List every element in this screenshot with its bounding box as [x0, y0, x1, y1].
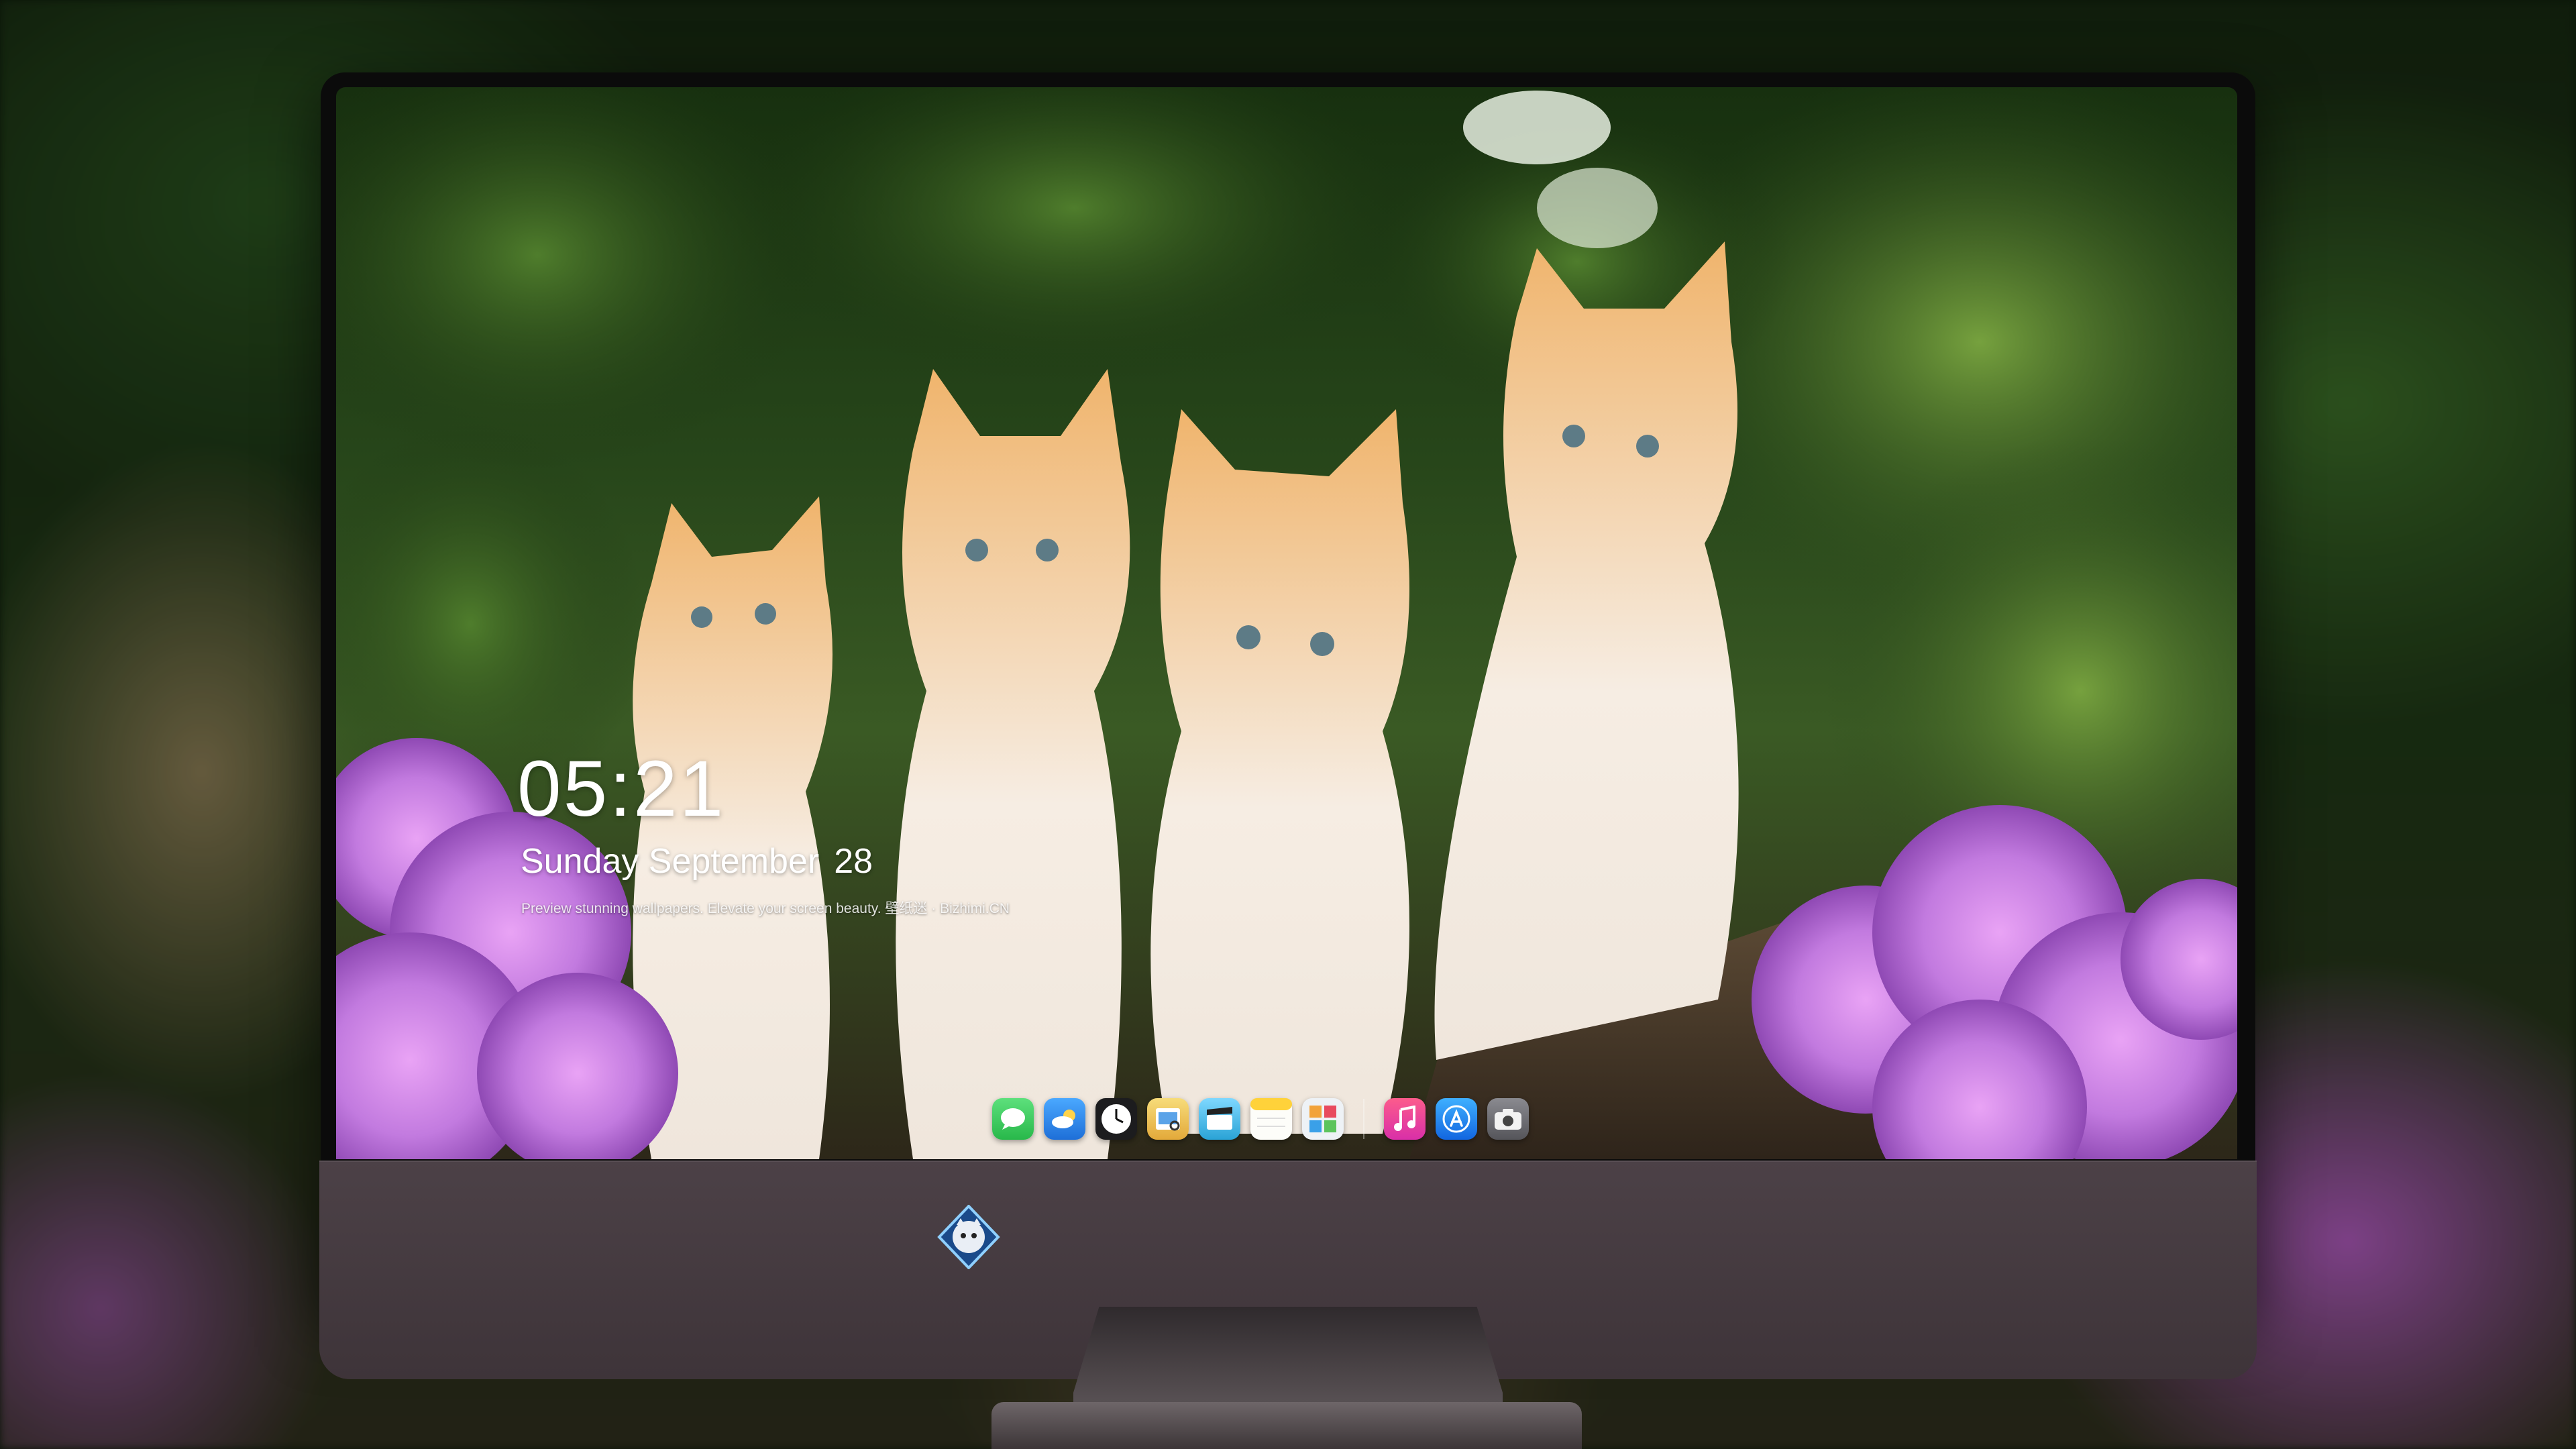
app-store-icon[interactable]	[1436, 1098, 1477, 1140]
monitor-stand	[1073, 1307, 1503, 1414]
weather-icon[interactable]	[1044, 1098, 1085, 1140]
monitor: 05:21 Sunday September 28 Preview stunnin…	[319, 72, 2257, 1379]
brand-logo-icon	[937, 1205, 1000, 1269]
clock-icon[interactable]	[1095, 1098, 1137, 1140]
lock-date-weekday-month: Sunday September	[521, 842, 820, 881]
dock	[980, 1088, 1621, 1150]
music-icon[interactable]	[1384, 1098, 1426, 1140]
lock-date-day: 28	[834, 842, 873, 881]
screenshot-icon[interactable]	[1487, 1098, 1529, 1140]
notes-icon[interactable]	[1250, 1098, 1292, 1140]
screen: 05:21 Sunday September 28 Preview stunnin…	[336, 87, 2237, 1159]
wallpaper	[336, 87, 2237, 1159]
monitor-foot	[991, 1402, 1582, 1449]
lock-clock: 05:21	[517, 745, 726, 833]
preview-icon[interactable]	[1147, 1098, 1189, 1140]
dock-separator	[1363, 1099, 1364, 1139]
lock-date: Sunday September 28	[521, 841, 873, 881]
clips-icon[interactable]	[1199, 1098, 1240, 1140]
photo-booth-icon[interactable]	[1302, 1098, 1344, 1140]
messages-icon[interactable]	[992, 1098, 1034, 1140]
wallpaper-caption: Preview stunning wallpapers. Elevate you…	[521, 901, 1010, 916]
